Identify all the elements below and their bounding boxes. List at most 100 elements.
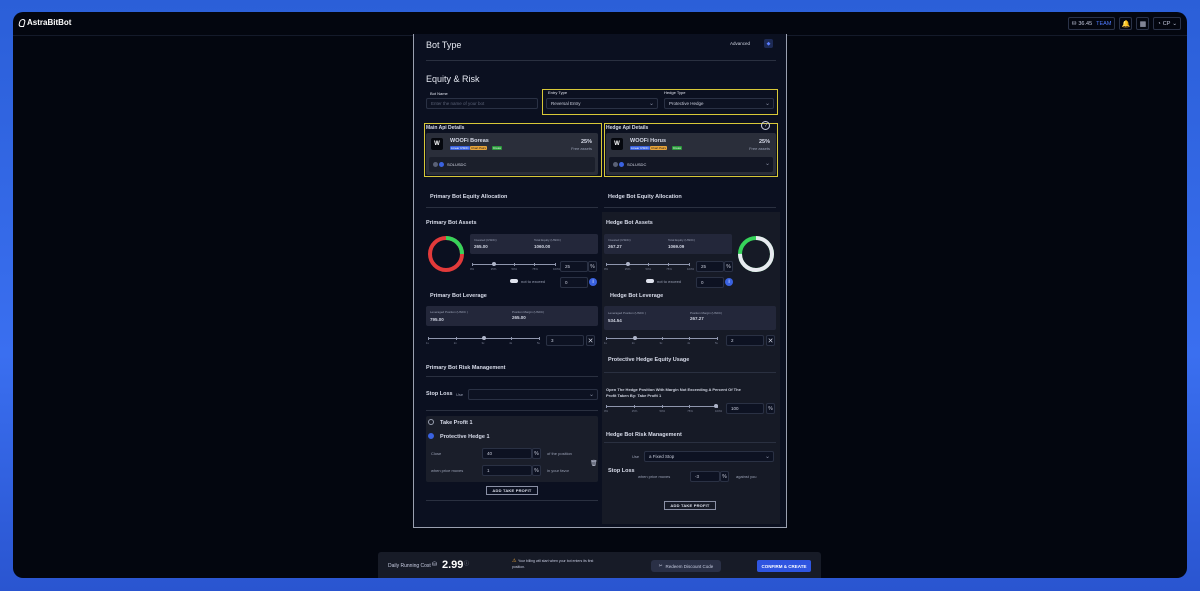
logo-icon	[17, 18, 27, 27]
not-to-exceed-toggle[interactable]	[646, 279, 654, 283]
in-favor-label: in your favor	[547, 468, 570, 473]
slider-tick	[539, 337, 540, 340]
badge-linear: Linear USDC	[450, 146, 470, 150]
balance-chip[interactable]: ⛁ 36.45 TEAM	[1067, 17, 1116, 30]
hedge-equity-alloc-title: Hedge Bot Equity Allocation	[608, 194, 682, 200]
not-to-exceed-toggle[interactable]	[510, 279, 518, 283]
moves-input[interactable]: 1	[482, 465, 532, 476]
hedge-pair-select[interactable]: SOLUSDC ⌄	[609, 157, 773, 172]
slider-tick-label: 0%	[470, 267, 475, 271]
slider-tick	[428, 337, 429, 340]
slider-handle[interactable]	[714, 404, 718, 408]
slider-tick-label: 50%	[645, 267, 652, 271]
not-to-exceed-input[interactable]: 0	[696, 277, 724, 288]
slider-tick-label: 4x	[509, 341, 513, 345]
invested-label: Invested (USDC)	[474, 238, 497, 242]
take-profit-radio[interactable]	[428, 419, 434, 425]
daily-cost-value: 2.99	[442, 559, 464, 571]
info-icon[interactable]: ⓘ	[464, 560, 469, 567]
main-api-card[interactable]: W WOOFi Boreas Linear USDC Chart Pairs C…	[426, 133, 598, 175]
billing-note: Your billing will start when your bot en…	[518, 559, 594, 563]
hedge-stop-type-select[interactable]: a Fixed Stop ⌄	[644, 451, 774, 462]
hedge-api-card[interactable]: W WOOFi Horus Linear USDC Chart Pairs Cr…	[606, 133, 776, 175]
slider-handle[interactable]	[492, 262, 496, 266]
when-moves-label: when price moves	[431, 468, 464, 473]
badge-cross: Cross	[492, 146, 502, 150]
hedge-assets-title: Hedge Bot Assets	[606, 220, 653, 226]
bot-name-input[interactable]: Enter the name of your bot	[426, 98, 538, 109]
divider	[426, 207, 598, 208]
slider-tick	[661, 337, 663, 340]
of-position-label: of the position	[547, 451, 572, 456]
info-icon[interactable]: i	[589, 278, 597, 286]
info-icon[interactable]: i	[725, 278, 733, 286]
hedge-moves-input[interactable]: -3	[690, 471, 720, 482]
primary-leverage-input[interactable]: 3	[546, 335, 584, 346]
hedge-alloc-slider[interactable]: 0% 25% 50% 75% 100%	[604, 262, 694, 272]
advanced-toggle[interactable]: ◆	[764, 39, 773, 48]
tag-icon: ✂	[658, 563, 663, 568]
pair-icon	[433, 162, 438, 167]
position-margin-label: Position Margin (USDC)	[690, 311, 723, 315]
slider-tick	[689, 337, 691, 340]
woofi-logo-icon: W	[611, 138, 623, 150]
entry-type-select[interactable]: Reversal Entry ⌄	[546, 98, 658, 109]
create-bot-panel: Bot Type Advanced ◆ Equity & Risk Bot Na…	[413, 34, 787, 528]
slider-tick	[689, 405, 691, 408]
hedge-assets-card: Invested (USDC) 267.27 Total Equity (USD…	[604, 234, 732, 254]
redeem-discount-button[interactable]: ✂ Redeem Discount Code	[651, 560, 721, 572]
percent-unit: %	[766, 403, 775, 414]
primary-leverage-card: Leveraged Position (USDC ) 795.00 Positi…	[426, 306, 598, 326]
entry-type-label: Entry Type	[548, 90, 568, 95]
badge-chart-pairs: Chart Pairs	[650, 146, 668, 150]
total-equity-value: 1060.00	[534, 244, 551, 249]
app-logo[interactable]: AstraBitBot	[17, 18, 71, 27]
slider-tick	[472, 263, 473, 266]
primary-leverage-title: Primary Bot Leverage	[430, 293, 487, 299]
hedge-alloc-input[interactable]: 25	[696, 261, 724, 272]
trash-icon[interactable]: 🗑	[590, 460, 598, 467]
hedge-leverage-input[interactable]: 2	[726, 335, 764, 346]
close-input[interactable]: 40	[482, 448, 532, 459]
slider-tick	[717, 337, 718, 340]
primary-alloc-input[interactable]: 25	[560, 261, 588, 272]
pair-icon	[613, 162, 618, 167]
coins-icon: ⛁	[432, 562, 438, 568]
slider-tick	[661, 405, 663, 408]
main-exchange-name: WOOFi Boreas	[450, 138, 489, 144]
protective-hedge-radio[interactable]	[428, 433, 434, 439]
primary-stop-loss-select[interactable]: ⌄	[468, 389, 598, 400]
woofi-logo-icon: W	[431, 138, 443, 150]
use-label: Use	[632, 454, 640, 459]
main-pair-row[interactable]: SOLUSDC	[429, 157, 595, 172]
hedge-usage-input[interactable]: 100	[726, 403, 764, 414]
not-to-exceed-input[interactable]: 0	[560, 277, 588, 288]
hedge-type-select[interactable]: Protective Hedge ⌄	[664, 98, 774, 109]
add-take-profit-button[interactable]: ADD TAKE PROFIT	[486, 486, 538, 495]
hedge-usage-slider[interactable]: 0% 25% 50% 75% 100%	[604, 404, 722, 414]
slider-tick	[668, 263, 670, 266]
hedge-type-label: Hedge Type	[664, 90, 686, 95]
slider-handle[interactable]	[482, 336, 486, 340]
divider	[604, 442, 776, 443]
slider-handle[interactable]	[626, 262, 630, 266]
help-icon[interactable]: ?	[761, 121, 770, 130]
confirm-create-button[interactable]: CONFIRM & CREATE	[757, 560, 811, 572]
hedge-add-take-profit-button[interactable]: ADD TAKE PROFIT	[664, 501, 716, 510]
apps-grid-icon[interactable]: ▦	[1136, 17, 1150, 30]
slider-tick-label: 5x	[715, 341, 718, 345]
primary-leverage-slider[interactable]: 1x 2x 3x 4x 5x	[426, 336, 540, 346]
user-menu[interactable]: ◔ CP ⌄	[1153, 17, 1181, 30]
user-icon: ◔	[1157, 20, 1161, 27]
primary-risk-title: Primary Bot Risk Management	[426, 365, 506, 371]
main-api-title: Main Api Details	[426, 125, 465, 131]
primary-assets-title: Primary Bot Assets	[426, 220, 477, 226]
total-equity-label: Total Equity (USDC)	[668, 238, 695, 242]
tier-badge: TEAM	[1096, 20, 1112, 27]
primary-alloc-slider[interactable]: 0% 25% 50% 75% 100%	[470, 262, 560, 272]
hedge-leverage-slider[interactable]: 1x 2x 3x 4x 5x	[604, 336, 718, 346]
slider-handle[interactable]	[633, 336, 637, 340]
position-margin-value: 267.27	[690, 316, 704, 321]
bell-icon[interactable]: 🔔	[1119, 17, 1133, 30]
invested-value: 265.00	[474, 244, 488, 249]
